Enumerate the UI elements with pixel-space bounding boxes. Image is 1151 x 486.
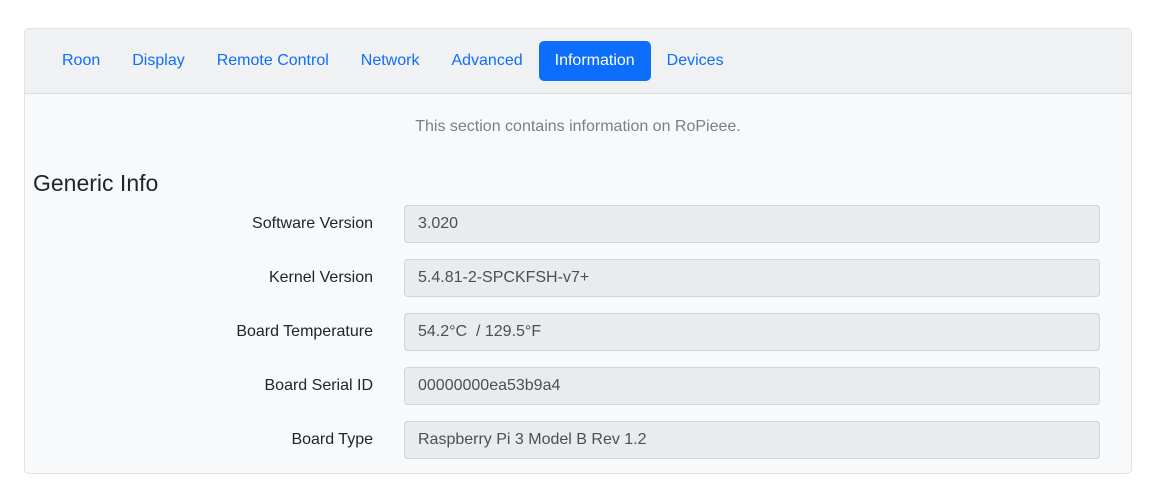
tab-bar: Roon Display Remote Control Network Adva… bbox=[46, 41, 740, 81]
board-type-label: Board Type bbox=[291, 431, 373, 448]
tab-information[interactable]: Information bbox=[538, 41, 651, 81]
card-header: Roon Display Remote Control Network Adva… bbox=[25, 29, 1131, 94]
kernel-version-field[interactable]: 5.4.81-2-SPCKFSH-v7+ bbox=[404, 259, 1100, 297]
board-type-field[interactable]: Raspberry Pi 3 Model B Rev 1.2 bbox=[404, 421, 1100, 459]
field-row-software-version: Software Version 3.020 bbox=[25, 205, 1131, 243]
board-serial-id-field[interactable]: 00000000ea53b9a4 bbox=[404, 367, 1100, 405]
field-row-board-temperature: Board Temperature 54.2°C / 129.5°F bbox=[25, 313, 1131, 351]
tab-advanced[interactable]: Advanced bbox=[435, 41, 538, 81]
tab-display[interactable]: Display bbox=[116, 41, 200, 81]
board-serial-id-label: Board Serial ID bbox=[264, 377, 374, 394]
board-temperature-field[interactable]: 54.2°C / 129.5°F bbox=[404, 313, 1100, 351]
board-temperature-label: Board Temperature bbox=[236, 323, 373, 340]
section-title: Generic Info bbox=[33, 170, 159, 196]
tab-network[interactable]: Network bbox=[345, 41, 436, 81]
software-version-label: Software Version bbox=[252, 215, 373, 232]
tab-roon[interactable]: Roon bbox=[46, 41, 116, 81]
field-row-kernel-version: Kernel Version 5.4.81-2-SPCKFSH-v7+ bbox=[25, 259, 1131, 297]
settings-card: Roon Display Remote Control Network Adva… bbox=[24, 28, 1132, 474]
field-row-board-serial-id: Board Serial ID 00000000ea53b9a4 bbox=[25, 367, 1131, 405]
tab-remote-control[interactable]: Remote Control bbox=[201, 41, 345, 81]
field-row-board-type: Board Type Raspberry Pi 3 Model B Rev 1.… bbox=[25, 421, 1131, 459]
kernel-version-label: Kernel Version bbox=[268, 269, 373, 286]
software-version-field[interactable]: 3.020 bbox=[404, 205, 1100, 243]
tab-devices[interactable]: Devices bbox=[651, 41, 740, 81]
section-intro: This section contains information on RoP… bbox=[415, 118, 741, 135]
